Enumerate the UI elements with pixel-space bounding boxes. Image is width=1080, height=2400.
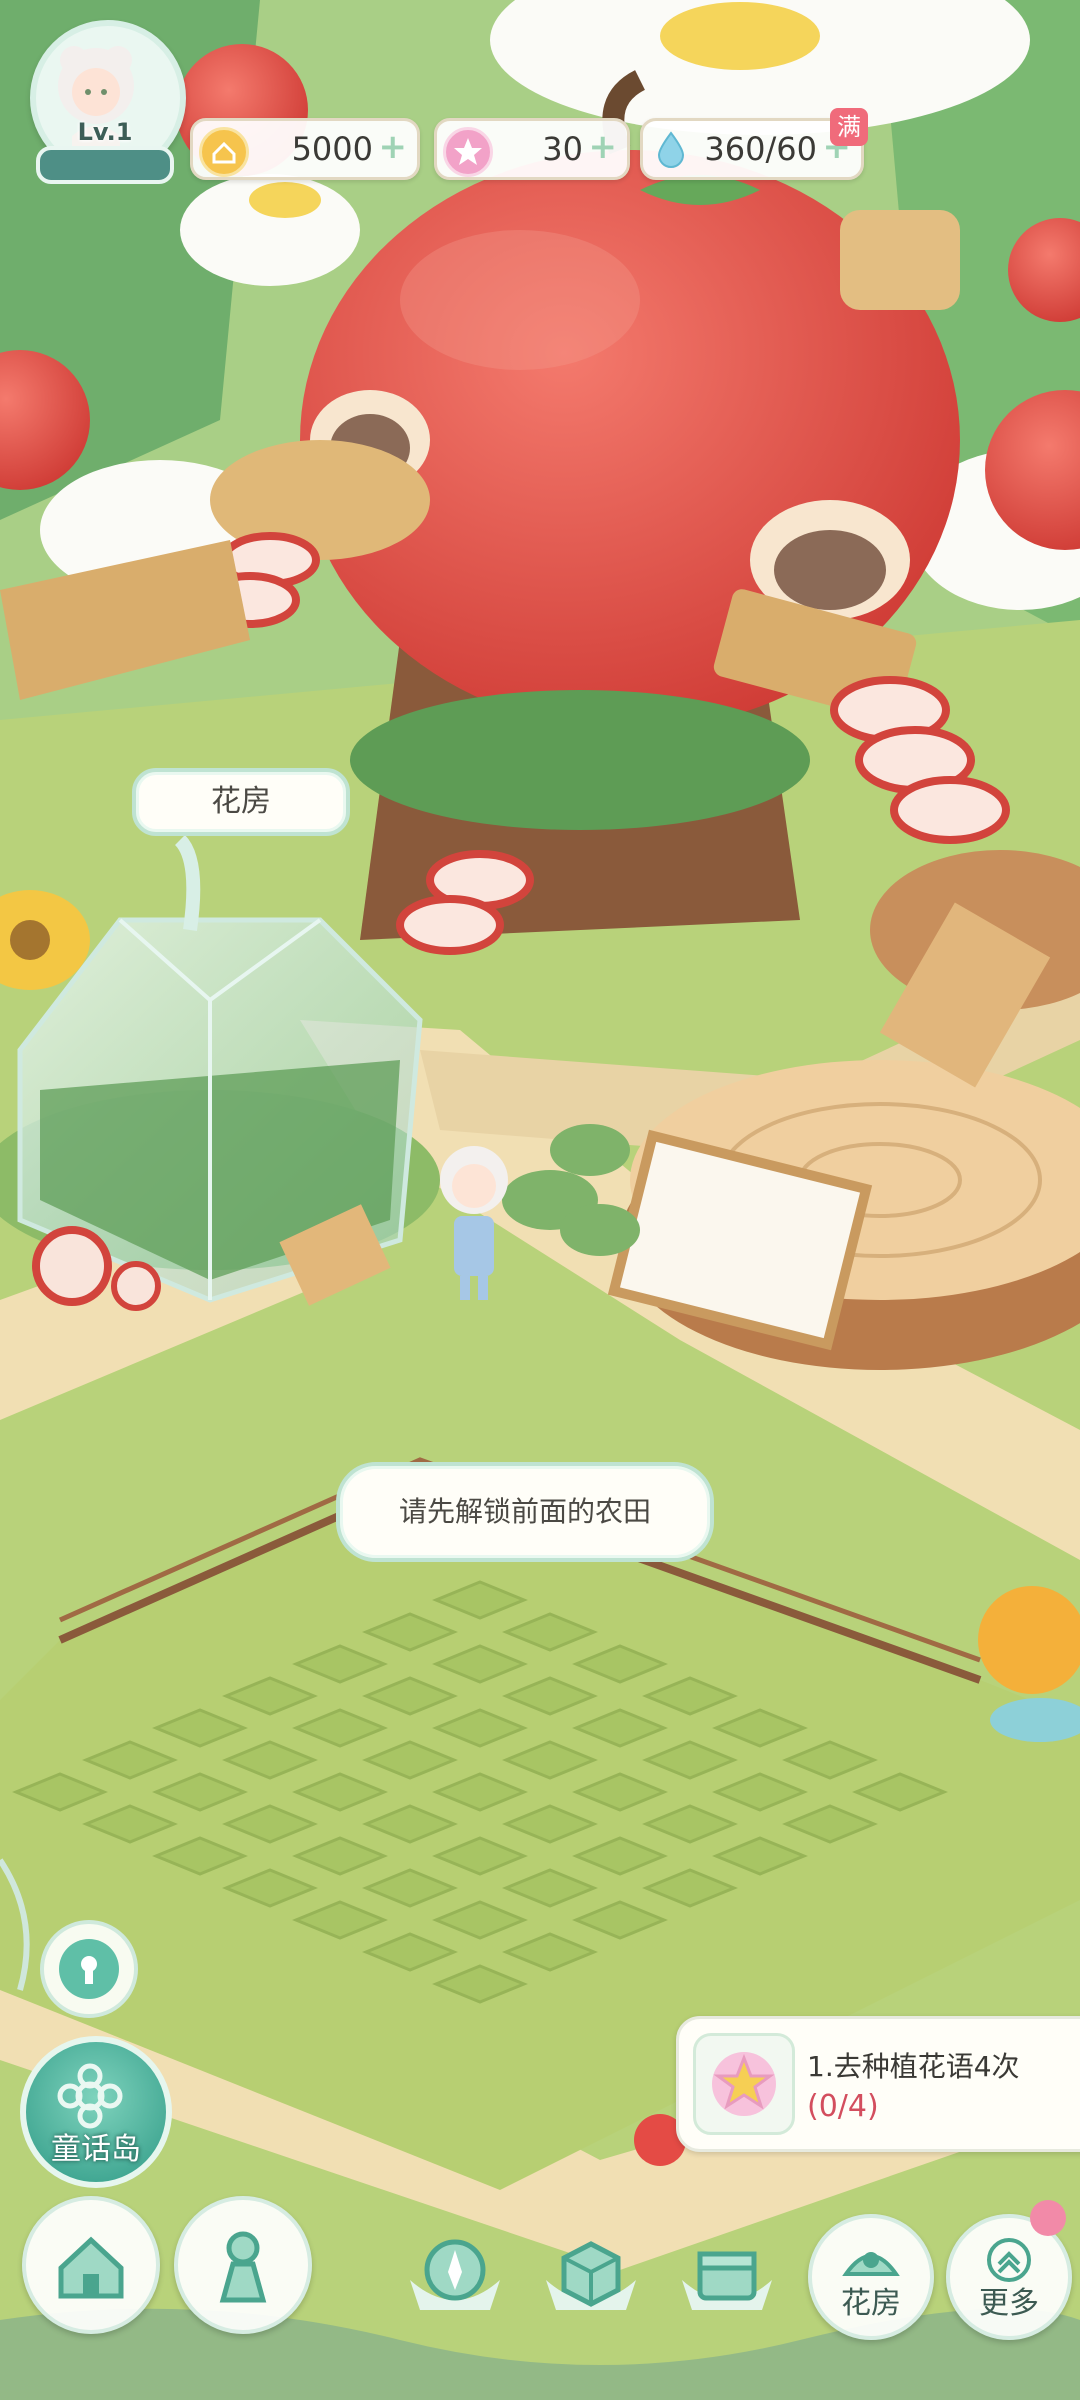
quest-title: 1.去种植花语4次 (807, 2050, 1020, 2083)
star-counter[interactable]: 30 + (434, 118, 630, 180)
home-icon (58, 2236, 124, 2299)
farm-locked-hint: 请先解锁前面的农田 (336, 1462, 714, 1562)
fairy-island-label: 童话岛 (51, 2132, 141, 2167)
house-coin-icon (199, 127, 249, 177)
wardrobe-button[interactable] (174, 2196, 312, 2334)
notification-flower-icon (1030, 2200, 1066, 2236)
quest-progress: (0/4) (807, 2089, 879, 2124)
add-coins-icon[interactable]: + (379, 127, 408, 167)
gift-box-icon (682, 2251, 772, 2310)
star-value: 30 (542, 130, 583, 168)
add-stars-icon[interactable]: + (589, 127, 618, 167)
water-full-badge: 满 (830, 108, 868, 146)
storage-button[interactable] (536, 2220, 646, 2330)
quest-star-icon (693, 2033, 795, 2135)
gift-button[interactable] (672, 2220, 782, 2330)
water-drop-icon (649, 127, 693, 171)
dress-icon (219, 2231, 267, 2303)
greenhouse-label[interactable]: 花房 (132, 768, 350, 836)
flower-house-label: 花房 (841, 2286, 901, 2321)
pink-star-icon (443, 127, 493, 177)
home-button[interactable] (22, 2196, 160, 2334)
flower-house-button[interactable]: 花房 (808, 2214, 934, 2340)
keyhole-icon (59, 1939, 119, 1999)
water-value: 360/60 (704, 130, 817, 168)
player-level: Lv.1 (77, 118, 133, 146)
compass-icon (410, 2239, 500, 2310)
level-bar (36, 146, 174, 184)
compass-button[interactable] (400, 2220, 510, 2330)
keyhole-button[interactable] (40, 1920, 138, 2018)
quest-card[interactable]: 1.去种植花语4次 (0/4) (676, 2016, 1080, 2152)
coin-counter[interactable]: 5000 + (190, 118, 420, 180)
coin-value: 5000 (291, 130, 373, 168)
fairy-island-button[interactable]: 童话岛 (20, 2036, 172, 2188)
storage-box-icon (546, 2241, 636, 2310)
more-label: 更多 (979, 2286, 1039, 2321)
